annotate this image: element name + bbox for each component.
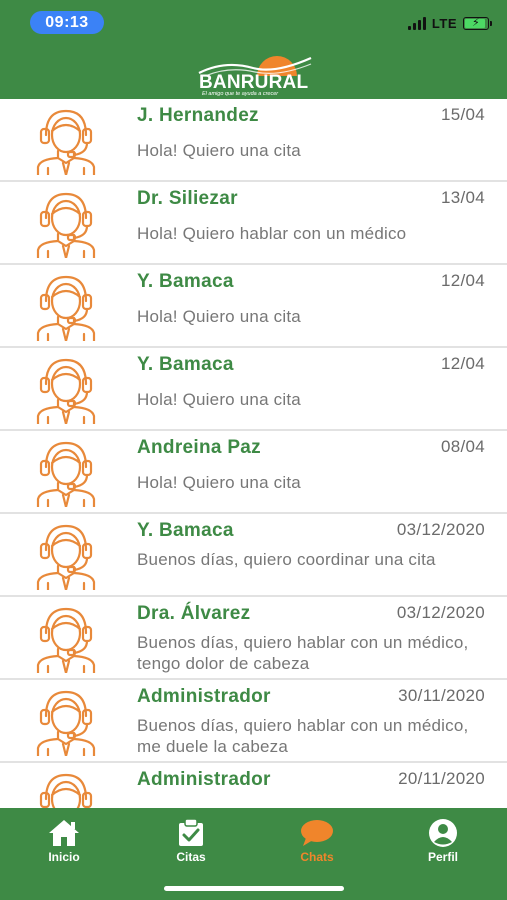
chat-contact-name: Y. Bamaca — [137, 354, 234, 375]
chat-last-message: Hola! Quiero una cita — [137, 141, 301, 160]
chat-date: 13/04 — [440, 188, 485, 207]
chat-last-message: Buenos días, quiero hablar con un médico… — [137, 716, 469, 756]
logo-tagline: El amigo que te ayuda a crecer — [202, 91, 279, 97]
user-icon — [429, 819, 457, 847]
chat-last-message: Hola! Quiero una cita — [137, 307, 301, 326]
tab-perfil[interactable]: Perfil — [398, 818, 488, 864]
chat-date: 12/04 — [440, 354, 485, 373]
cellular-signal-icon — [407, 16, 426, 30]
tab-label-chats: Chats — [300, 850, 334, 864]
chat-list[interactable]: J. Hernandez 15/04 Hola! Quiero una cita D… — [0, 99, 507, 808]
chat-date: 12/04 — [440, 271, 485, 290]
tab-label-citas: Citas — [176, 850, 206, 864]
agent-avatar-icon — [34, 686, 98, 758]
status-time: 09:13 — [30, 11, 104, 34]
chat-list-item[interactable]: Y. Bamaca 12/04 Hola! Quiero una cita — [0, 265, 507, 348]
chat-list-item[interactable]: Y. Bamaca 12/04 Hola! Quiero una cita — [0, 348, 507, 431]
chat-list-item[interactable]: Dra. Álvarez 03/12/2020 Buenos días, quier… — [0, 597, 507, 680]
chat-list-item[interactable]: Administrador 20/11/2020 — [0, 763, 507, 808]
chat-contact-name: Andreina Paz — [137, 437, 261, 458]
chat-last-message: Hola! Quiero hablar con un médico — [137, 224, 407, 243]
chat-contact-name: Y. Bamaca — [137, 520, 234, 541]
agent-avatar-icon — [34, 188, 98, 260]
calendar-check-icon — [179, 818, 203, 846]
chat-last-message: Buenos días, quiero coordinar una cita — [137, 550, 436, 569]
chat-bubble-icon — [301, 820, 333, 846]
chat-date: 15/04 — [440, 105, 485, 124]
network-type: LTE — [431, 15, 457, 31]
tab-citas[interactable]: Citas — [146, 818, 236, 864]
chat-list-item[interactable]: Y. Bamaca 03/12/2020 Buenos días, quiero c… — [0, 514, 507, 597]
app-header: 09:13 LTE ⚡ BANRURAL El amigo que te ayu… — [0, 0, 507, 99]
agent-avatar-icon — [34, 437, 98, 509]
home-icon — [49, 820, 79, 846]
chat-contact-name: Y. Bamaca — [137, 271, 234, 292]
home-indicator[interactable] — [164, 886, 344, 891]
chat-list-item[interactable]: J. Hernandez 15/04 Hola! Quiero una cita — [0, 99, 507, 182]
tab-chats[interactable]: Chats — [272, 818, 362, 864]
tab-label-inicio: Inicio — [48, 850, 80, 864]
chat-list-item[interactable]: Administrador 30/11/2020 Buenos días, quie… — [0, 680, 507, 763]
bottom-tab-bar: Inicio Citas Chats Perfil — [0, 808, 507, 900]
chat-list-item[interactable]: Dr. Siliezar 13/04 Hola! Quiero hablar con… — [0, 182, 507, 265]
banrural-logo: BANRURAL El amigo que te ayuda a crecer — [195, 46, 313, 98]
agent-avatar-icon — [34, 603, 98, 675]
chat-date: 08/04 — [440, 437, 485, 456]
chat-date: 03/12/2020 — [396, 603, 485, 622]
chat-last-message: Buenos días, quiero hablar con un médico… — [137, 633, 469, 673]
chat-contact-name: Dra. Álvarez — [137, 603, 251, 624]
status-indicators: LTE ⚡ — [407, 14, 492, 32]
agent-avatar-icon — [34, 354, 98, 426]
chat-contact-name: Dr. Siliezar — [137, 188, 238, 209]
chat-last-message: Hola! Quiero una cita — [137, 390, 301, 409]
chat-date: 03/12/2020 — [396, 520, 485, 539]
tab-inicio[interactable]: Inicio — [19, 818, 109, 864]
chat-contact-name: J. Hernandez — [137, 105, 259, 126]
battery-icon: ⚡ — [463, 16, 492, 30]
chat-list-item[interactable]: Andreina Paz 08/04 Hola! Quiero una cita — [0, 431, 507, 514]
chat-contact-name: Administrador — [137, 769, 271, 790]
chat-last-message: Hola! Quiero una cita — [137, 473, 301, 492]
agent-avatar-icon — [34, 271, 98, 343]
chat-date: 30/11/2020 — [398, 686, 485, 705]
chat-contact-name: Administrador — [137, 686, 271, 707]
agent-avatar-icon — [34, 520, 98, 592]
tab-label-perfil: Perfil — [427, 850, 458, 864]
agent-avatar-icon — [34, 105, 98, 177]
agent-avatar-icon — [34, 769, 98, 808]
chat-date: 20/11/2020 — [398, 769, 485, 788]
